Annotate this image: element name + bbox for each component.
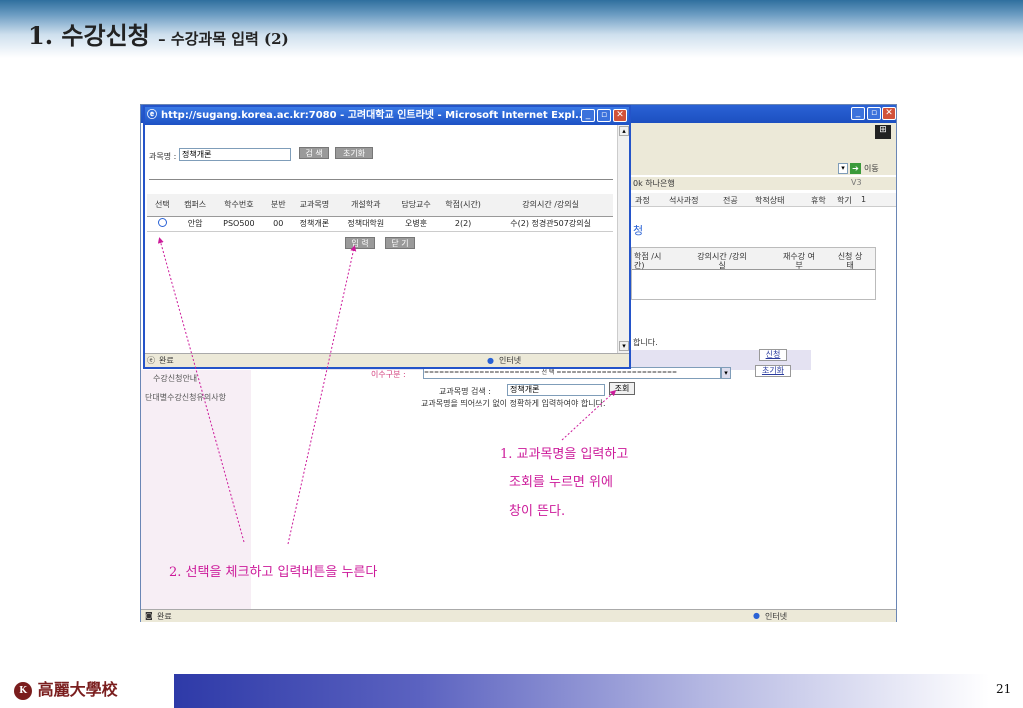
note2: 2. 선택을 체크하고 입력버튼을 누른다 — [169, 565, 378, 580]
footer-bar — [174, 674, 989, 708]
university-seal-icon: K — [14, 681, 32, 700]
annotation-arrows — [157, 237, 617, 545]
page-number: 21 — [996, 682, 1012, 696]
slide: 1. 수강신청 – 수강과목 입력 (2) _ ▫ ✕ ⊞ ▾ ➔ 이동 0k … — [0, 0, 1023, 708]
arrow-to-input-button — [287, 245, 357, 545]
university-logo: K 高麗大學校 — [14, 676, 118, 700]
university-name: 高麗大學校 — [37, 680, 118, 699]
note1-line1: 1. 교과목명을 입력하고 — [500, 447, 629, 462]
arrow-to-select-radio — [157, 237, 245, 543]
note1-line3: 창이 뜬다. — [509, 504, 566, 519]
arrow-to-lookup-button — [561, 389, 617, 441]
note1-line2: 조회를 누르면 위에 — [509, 475, 613, 490]
